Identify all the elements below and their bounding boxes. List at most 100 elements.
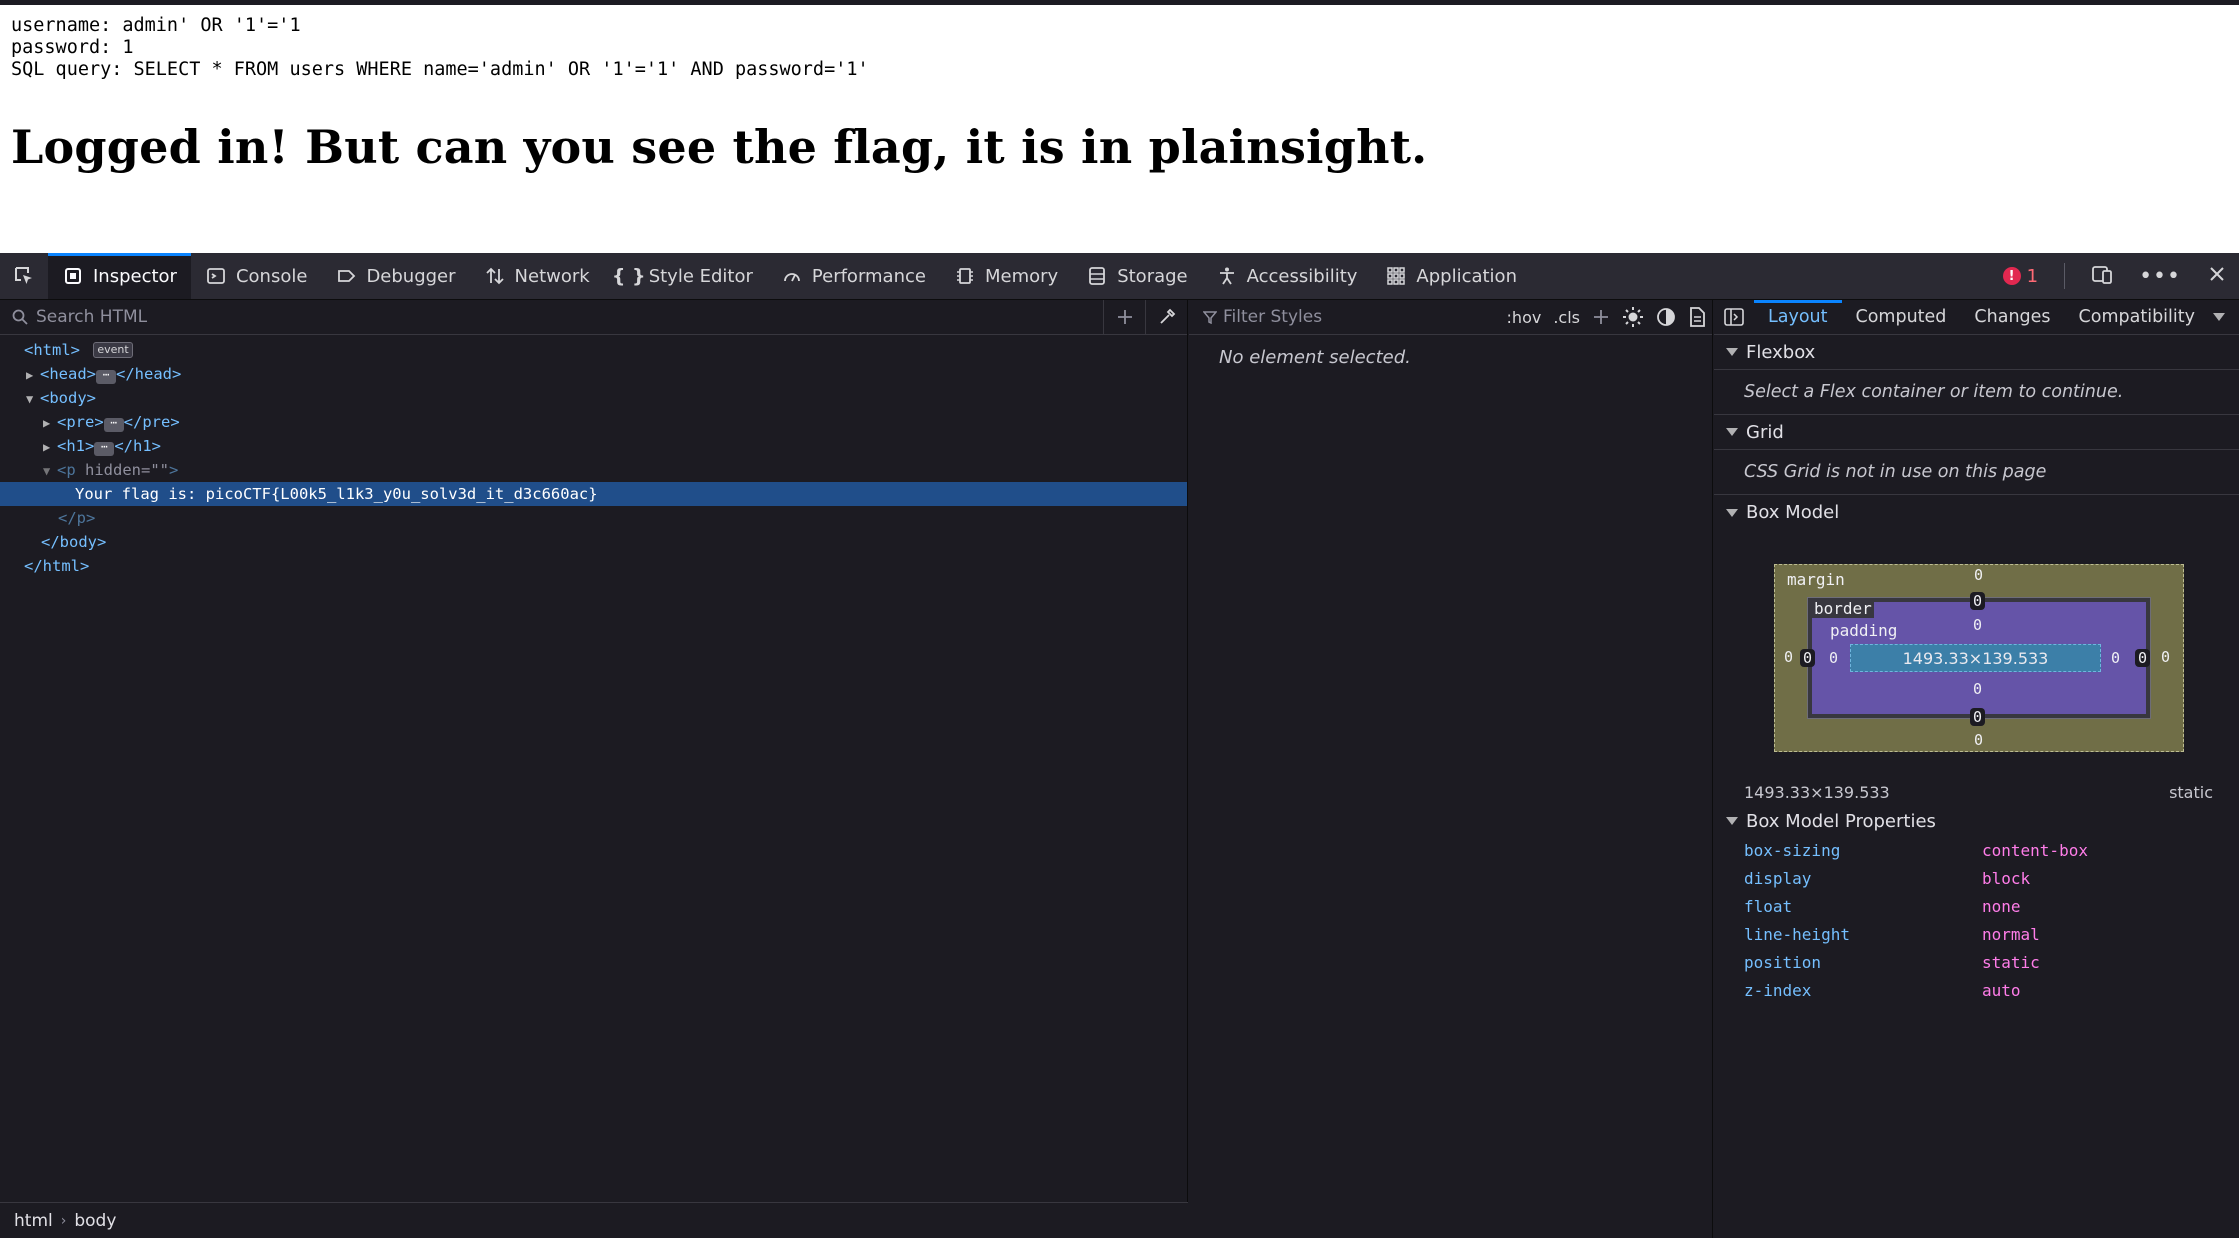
sun-icon	[1623, 307, 1643, 327]
tree-node-p-close[interactable]: </p>	[0, 506, 1187, 530]
tag-p-close: </p>	[58, 509, 96, 527]
tag-head-open: <head>	[40, 365, 96, 383]
tab-style-editor[interactable]: { } Style Editor	[604, 253, 767, 299]
close-devtools-icon[interactable]	[2207, 264, 2227, 289]
breadcrumb-html[interactable]: html	[14, 1211, 53, 1231]
property-row: z-index auto	[1714, 976, 2239, 1004]
tree-node-p-hidden[interactable]: ▼ <p hidden="">	[0, 458, 1187, 482]
tab-storage[interactable]: Storage	[1072, 253, 1201, 299]
grid-section-header[interactable]: Grid	[1714, 415, 2239, 450]
box-model-content[interactable]: 1493.33×139.533	[1850, 644, 2101, 672]
add-node-button[interactable]	[1103, 299, 1145, 335]
storage-icon	[1086, 265, 1108, 287]
margin-right-value[interactable]: 0	[2158, 648, 2173, 666]
tab-accessibility[interactable]: Accessibility	[1202, 253, 1372, 299]
box-model-section-header[interactable]: Box Model	[1714, 495, 2239, 530]
padding-bottom-value[interactable]: 0	[1970, 680, 1985, 698]
error-count-badge[interactable]: ! 1	[2002, 266, 2038, 287]
print-media-button[interactable]	[1682, 300, 1712, 335]
collapsed-ellipsis-icon[interactable]: ⋯	[94, 441, 115, 456]
expand-arrow-icon[interactable]: ▶	[43, 435, 57, 459]
tree-node-flag-text[interactable]: Your flag is: picoCTF{L00k5_l1k3_y0u_sol…	[0, 482, 1187, 506]
tab-performance-label: Performance	[811, 265, 926, 287]
breadcrumb-body[interactable]: body	[74, 1211, 116, 1231]
box-model-padding[interactable]: padding 0 0 0 0 1493.33×139.533	[1812, 602, 2146, 714]
property-name: box-sizing	[1744, 840, 1841, 860]
tree-node-h1[interactable]: ▶ <h1> ⋯ </h1>	[0, 434, 1187, 458]
tab-compatibility[interactable]: Compatibility	[2065, 300, 2209, 334]
expand-arrow-icon[interactable]: ▶	[26, 363, 40, 387]
padding-right-value[interactable]: 0	[2108, 649, 2123, 667]
property-name: z-index	[1744, 980, 1812, 1000]
collapse-arrow-icon[interactable]: ▼	[43, 459, 57, 483]
padding-top-value[interactable]: 0	[1970, 616, 1985, 634]
border-right-value[interactable]: 0	[2135, 649, 2151, 667]
filter-styles-input[interactable]: Filter Styles	[1223, 307, 1501, 327]
dark-scheme-button[interactable]	[1650, 300, 1682, 335]
margin-bottom-value[interactable]: 0	[1971, 731, 1986, 749]
tab-style-editor-label: Style Editor	[648, 265, 753, 287]
tab-console[interactable]: Console	[191, 253, 321, 299]
filter-styles-bar: Filter Styles :hov .cls	[1189, 300, 1712, 335]
flexbox-section-header[interactable]: Flexbox	[1714, 335, 2239, 370]
tab-performance[interactable]: Performance	[767, 253, 940, 299]
tab-memory[interactable]: Memory	[940, 253, 1072, 299]
tab-application[interactable]: Application	[1371, 253, 1531, 299]
tab-application-label: Application	[1416, 265, 1517, 287]
box-model-properties-title: Box Model Properties	[1746, 810, 1936, 832]
property-value: static	[1982, 952, 2040, 972]
tree-node-html[interactable]: <html> event	[0, 338, 1187, 362]
border-bottom-value[interactable]: 0	[1970, 708, 1986, 726]
tab-debugger[interactable]: Debugger	[321, 253, 469, 299]
tab-memory-label: Memory	[984, 265, 1059, 287]
element-size: 1493.33×139.533	[1744, 782, 1890, 802]
responsive-design-mode-icon[interactable]	[2091, 263, 2113, 290]
margin-top-value[interactable]: 0	[1971, 566, 1986, 584]
property-value: auto	[1982, 980, 2021, 1000]
element-picker-button[interactable]	[0, 253, 48, 299]
search-html-input[interactable]: Search HTML	[36, 307, 1103, 327]
property-row: line-height normal	[1714, 920, 2239, 948]
grid-message: CSS Grid is not in use on this page	[1714, 450, 2239, 495]
border-left-value[interactable]: 0	[1800, 649, 1816, 667]
tab-changes[interactable]: Changes	[1960, 300, 2064, 334]
tab-computed[interactable]: Computed	[1842, 300, 1961, 334]
eyedropper-button[interactable]	[1145, 299, 1187, 335]
collapse-arrow-icon	[1726, 508, 1738, 517]
collapsed-ellipsis-icon[interactable]: ⋯	[96, 369, 116, 384]
hover-state-toggle[interactable]: :hov	[1501, 300, 1548, 335]
tab-inspector[interactable]: Inspector	[48, 253, 191, 299]
box-model-border[interactable]: border padding 0 0 0 0 1493.33×139.533 0…	[1800, 592, 2151, 726]
tab-layout[interactable]: Layout	[1754, 300, 1842, 334]
tree-node-pre[interactable]: ▶ <pre> ⋯ </pre>	[0, 410, 1187, 434]
light-scheme-button[interactable]	[1616, 300, 1650, 335]
more-options-icon[interactable]: •••	[2139, 264, 2181, 289]
tab-network[interactable]: Network	[470, 253, 604, 299]
padding-left-value[interactable]: 0	[1826, 649, 1841, 667]
box-model-margin[interactable]: margin 0 0 0 0 border padding 0 0 0 0 14…	[1774, 564, 2184, 752]
property-name: float	[1744, 896, 1793, 916]
network-icon	[484, 265, 506, 287]
attr-hidden: hidden=""	[75, 461, 169, 479]
border-top-value[interactable]: 0	[1970, 592, 1986, 610]
property-value: block	[1982, 868, 2031, 888]
add-rule-button[interactable]	[1586, 300, 1616, 335]
tab-accessibility-label: Accessibility	[1246, 265, 1358, 287]
search-icon	[12, 309, 28, 325]
tabs-overflow-dropdown[interactable]	[2209, 300, 2229, 334]
box-model-properties-header[interactable]: Box Model Properties	[1714, 806, 2239, 836]
margin-left-value[interactable]: 0	[1781, 648, 1796, 666]
collapsed-ellipsis-icon[interactable]: ⋯	[103, 417, 124, 432]
tree-node-html-close[interactable]: </html>	[0, 554, 1187, 578]
expand-arrow-icon[interactable]: ▶	[43, 411, 57, 435]
toggle-sidebar-button[interactable]	[1714, 300, 1754, 334]
classes-toggle[interactable]: .cls	[1547, 300, 1586, 335]
tree-node-body[interactable]: ▼ <body>	[0, 386, 1187, 410]
tree-node-body-close[interactable]: </body>	[0, 530, 1187, 554]
tag-pre-open: <pre>	[57, 413, 104, 431]
tree-node-head[interactable]: ▶ <head> ⋯ </head>	[0, 362, 1187, 386]
tag-head-close: </head>	[116, 365, 182, 383]
event-badge[interactable]: event	[93, 342, 133, 358]
collapse-arrow-icon[interactable]: ▼	[26, 387, 40, 411]
tag-h1-open: <h1>	[57, 437, 95, 455]
